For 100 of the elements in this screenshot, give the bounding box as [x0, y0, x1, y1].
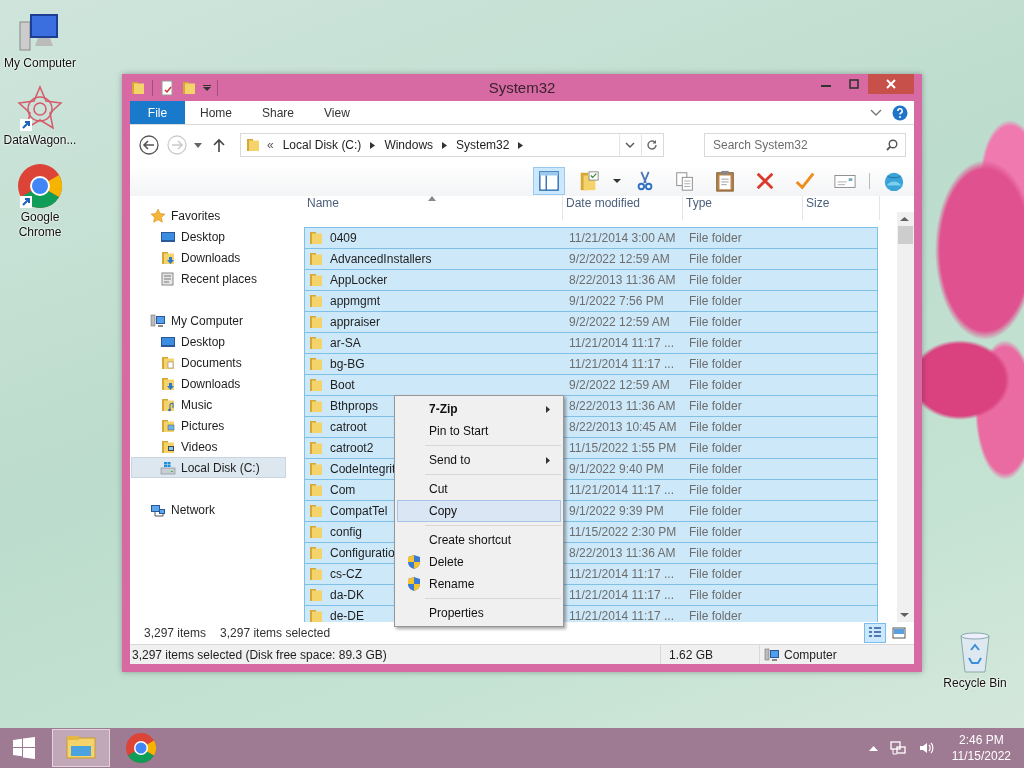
show-hidden-icons-button[interactable]: [867, 744, 879, 752]
expand-ribbon-icon: [870, 108, 882, 117]
file-name: catroot: [330, 420, 367, 434]
date-modified: 9/1/2022 9:40 PM: [568, 462, 665, 476]
computer-icon: [150, 312, 166, 329]
network-tray-button[interactable]: [888, 739, 907, 757]
back-button[interactable]: [138, 134, 160, 156]
folder-icon: [308, 524, 324, 540]
chevron-right-icon: [442, 141, 448, 149]
folder-icon: [308, 587, 324, 603]
nav-item[interactable]: Downloads: [131, 247, 286, 268]
computer-icon: [764, 646, 780, 663]
documents-folder-icon: [160, 354, 176, 371]
help-icon: [892, 104, 908, 121]
chrome-icon: [125, 732, 157, 764]
file-type: File folder: [688, 315, 743, 329]
date-modified: 9/2/2022 12:59 AM: [568, 315, 671, 329]
nav-item[interactable]: Documents: [131, 352, 286, 373]
breadcrumb-item[interactable]: System32: [453, 137, 513, 153]
caret-icon: [194, 142, 202, 148]
folder-icon: [308, 503, 324, 519]
window-title: System32: [488, 79, 556, 96]
music-folder-icon: [160, 396, 176, 413]
desktop-icon-label[interactable]: My Computer: [2, 56, 78, 71]
nav-item[interactable]: Desktop: [131, 331, 286, 352]
nav-item[interactable]: Music: [131, 394, 286, 415]
date-modified: 8/22/2013 10:45 AM: [568, 420, 678, 434]
nav-item[interactable]: Pictures: [131, 415, 286, 436]
folder-icon: [308, 566, 324, 582]
file-type: File folder: [688, 504, 743, 518]
file-row[interactable]: AdvancedInstallers 9/2/2022 12:59 AM File folder: [304, 248, 878, 270]
file-name: CompatTel: [330, 504, 388, 518]
chevron-right-icon: [370, 141, 376, 149]
ribbon-tab[interactable]: View: [309, 101, 365, 124]
nav-item[interactable]: Network: [131, 499, 286, 520]
file-menu-button[interactable]: File: [130, 101, 185, 124]
pictures-folder-icon: [160, 417, 176, 434]
folder-icon: [308, 272, 324, 288]
details-view-button[interactable]: [864, 623, 886, 643]
nav-item[interactable]: Downloads: [131, 373, 286, 394]
folder-icon: [308, 251, 324, 267]
file-row[interactable]: AppLocker 8/22/2013 11:36 AM File folder: [304, 269, 878, 291]
file-name: AppLocker: [330, 273, 388, 287]
file-row[interactable]: appmgmt 9/1/2022 7:56 PM File folder: [304, 290, 878, 312]
recent-places-icon: [160, 270, 176, 287]
breadcrumb-item[interactable]: Local Disk (C:): [279, 137, 365, 153]
nav-item[interactable]: Favorites: [131, 205, 286, 226]
preview-pane-button[interactable]: [533, 166, 565, 195]
breadcrumb-item[interactable]: Windows: [381, 137, 437, 153]
file-type: File folder: [688, 546, 743, 560]
desktop-icon-label[interactable]: Recycle Bin: [937, 676, 1013, 691]
file-type: File folder: [688, 588, 743, 602]
file-row[interactable]: 0409 11/21/2014 3:00 AM File folder: [304, 227, 878, 249]
date-modified: 8/22/2013 11:36 AM: [568, 399, 677, 413]
date-modified: 11/15/2022 2:30 PM: [568, 525, 678, 539]
status-text: 3,297 items selected (Disk free space: 89.3 GB): [131, 647, 388, 662]
date-modified: 11/21/2014 11:17 ...: [568, 588, 675, 602]
vertical-scrollbar[interactable]: [897, 212, 914, 622]
date-modified: 9/1/2022 9:39 PM: [568, 504, 665, 518]
nav-item[interactable]: Desktop: [131, 226, 286, 247]
desktop-icon-label[interactable]: Google Chrome: [2, 210, 78, 240]
desktop-icon-label[interactable]: DataWagon...: [2, 133, 78, 148]
pane-layout-icon: [538, 169, 560, 192]
file-row[interactable]: ar-SA 11/21/2014 11:17 ... File folder: [304, 332, 878, 354]
column-header[interactable]: Size: [803, 196, 880, 220]
search-icon: [886, 139, 898, 151]
ribbon-tab[interactable]: Home: [185, 101, 247, 124]
nav-item[interactable]: Recent places: [131, 268, 286, 289]
file-explorer-button[interactable]: [52, 729, 110, 767]
nav-item[interactable]: My Computer: [131, 310, 286, 331]
menu-item[interactable]: Cut: [397, 478, 561, 500]
menu-item[interactable]: Copy: [397, 500, 561, 522]
search-field[interactable]: Search System32: [704, 133, 906, 157]
file-name: da-DK: [330, 588, 364, 602]
file-row[interactable]: appraiser 9/2/2022 12:59 AM File folder: [304, 311, 878, 333]
ribbon-tab[interactable]: Share: [247, 101, 310, 124]
address-bar[interactable]: « Local Disk (C:) Windows System32: [240, 133, 664, 157]
shield-icon: [405, 554, 422, 570]
scrollbar-thumb[interactable]: [898, 226, 913, 244]
folder-icon: [308, 356, 324, 372]
column-header[interactable]: Name: [304, 196, 563, 220]
column-header[interactable]: Date modified: [563, 196, 683, 220]
overflow-chevron[interactable]: «: [267, 138, 274, 152]
date-modified: 11/21/2014 3:00 AM: [568, 231, 677, 245]
windows-logo-icon: [13, 737, 35, 759]
close-button[interactable]: [868, 74, 914, 94]
star-icon: [150, 207, 166, 224]
chrome-icon: [16, 162, 64, 210]
nav-item[interactable]: Videos: [131, 436, 286, 457]
zone-label: Computer: [784, 647, 837, 662]
clock[interactable]: 2:46 PM 11/15/2022: [950, 731, 1012, 765]
download-folder-icon: [160, 375, 176, 392]
file-row[interactable]: Boot 9/2/2022 12:59 AM File folder: [304, 374, 878, 396]
file-name: config: [330, 525, 363, 539]
file-row[interactable]: bg-BG 11/21/2014 11:17 ... File folder: [304, 353, 878, 375]
file-name: appraiser: [330, 315, 381, 329]
file-type: File folder: [688, 378, 743, 392]
folder-icon: [308, 545, 324, 561]
nav-item[interactable]: Local Disk (C:): [131, 457, 286, 478]
column-header[interactable]: Type: [683, 196, 803, 220]
